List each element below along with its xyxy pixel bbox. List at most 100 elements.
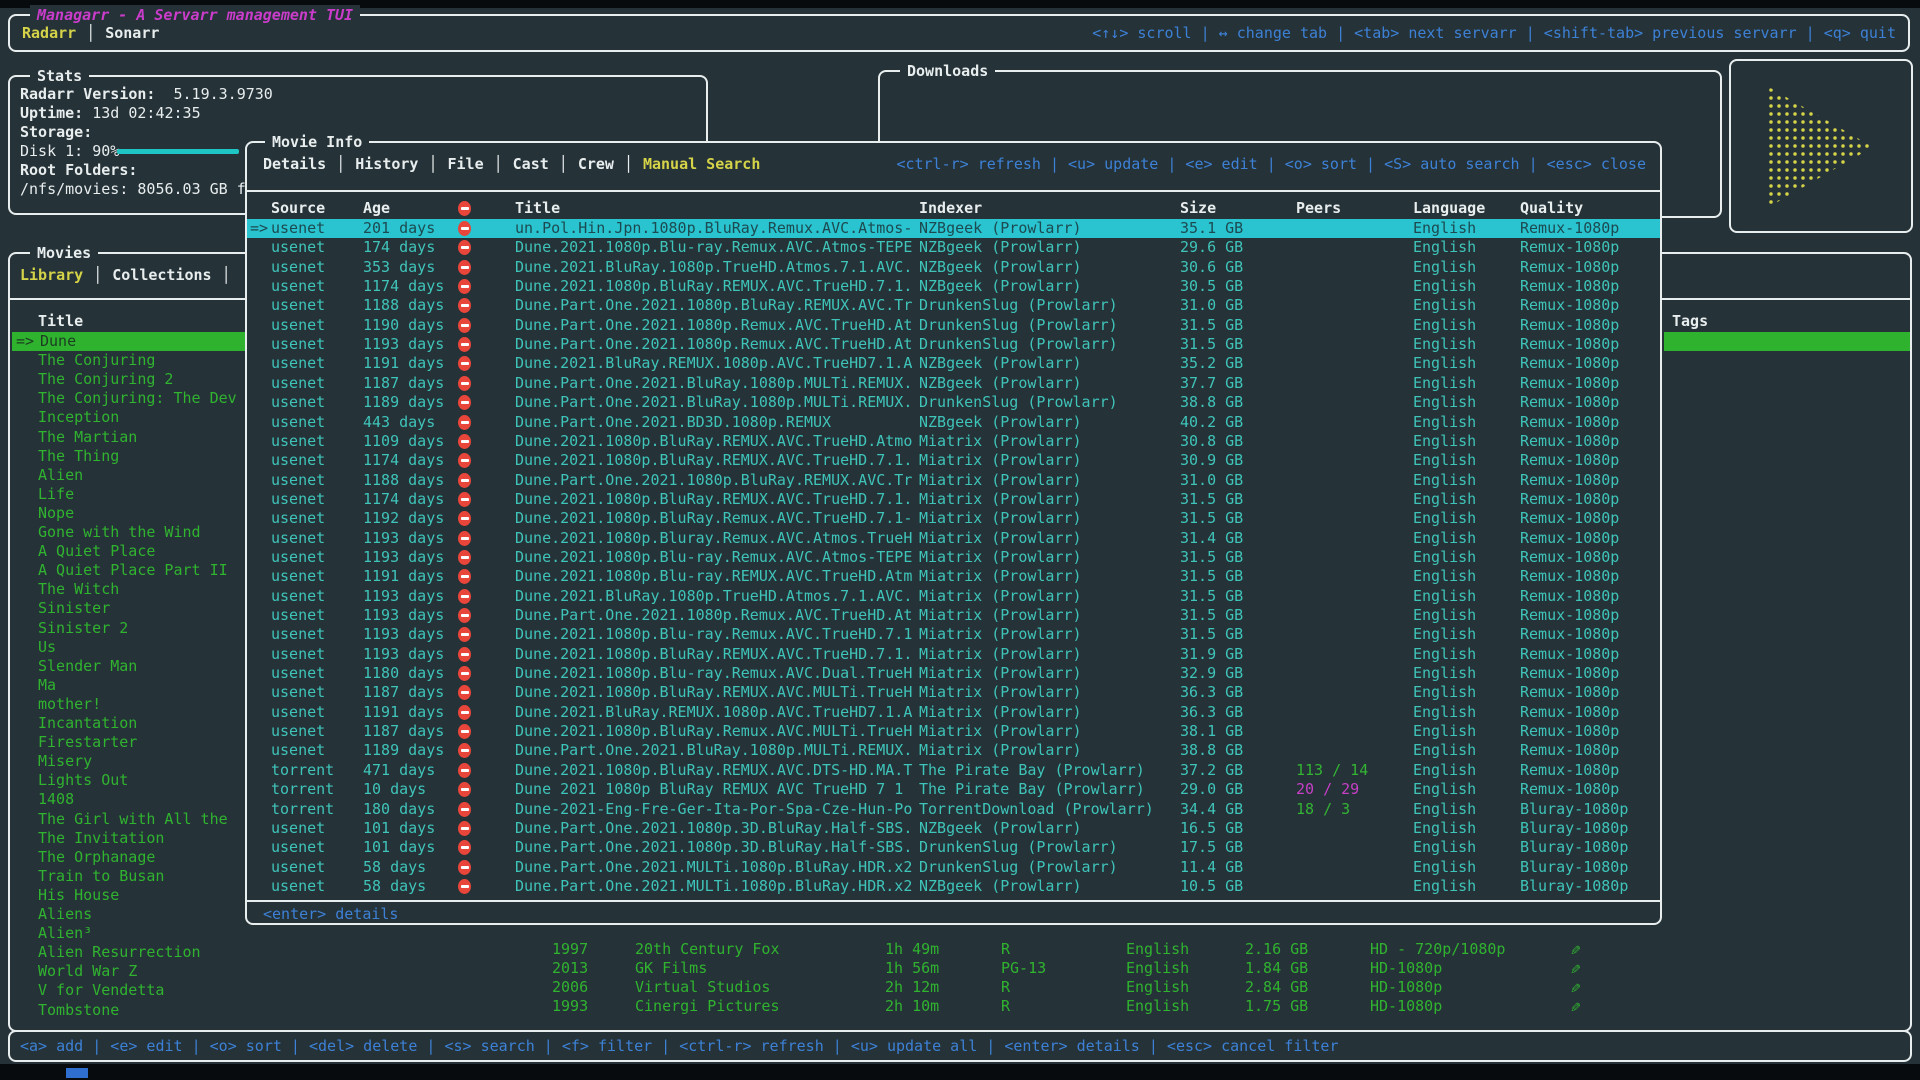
search-result-row[interactable]: usenet1193 daysDune.2021.1080p.BluRay.RE…	[247, 645, 1660, 664]
cell-title: Dune.2021.1080p.BluRay.Remux.AVC.MULTi.T…	[515, 722, 912, 741]
search-result-row[interactable]: torrent180 daysDune-2021-Eng-Fre-Ger-Ita…	[247, 800, 1660, 819]
search-result-row[interactable]: usenet174 daysDune.2021.1080p.Blu-ray.Re…	[247, 238, 1660, 257]
search-result-row[interactable]: usenet101 daysDune.Part.One.2021.1080p.3…	[247, 819, 1660, 838]
cell-size: 38.8 GB	[1180, 741, 1243, 760]
cell-age: 1189 days	[363, 393, 444, 412]
tab-sonarr[interactable]: Sonarr	[76, 24, 159, 42]
cell-quality: Remux-1080p	[1520, 490, 1619, 509]
tab-manual-search[interactable]: Manual Search	[614, 155, 760, 173]
uptime-label: Uptime:	[20, 104, 83, 122]
movie-list-item[interactable]: Slender Man	[38, 657, 248, 676]
movie-list-item[interactable]: The Girl with All the	[38, 810, 248, 829]
movie-list-item[interactable]: mother!	[38, 695, 248, 714]
search-result-row[interactable]: usenet1193 daysDune.2021.BluRay.1080p.Tr…	[247, 587, 1660, 606]
cell-age: 1193 days	[363, 625, 444, 644]
tab-radarr[interactable]: Radarr	[22, 24, 76, 42]
search-result-row[interactable]: usenet353 daysDune.2021.BluRay.1080p.Tru…	[247, 258, 1660, 277]
search-result-row[interactable]: usenet1193 daysDune.2021.1080p.Blu-ray.R…	[247, 625, 1660, 644]
search-result-row[interactable]: usenet1190 daysDune.Part.One.2021.1080p.…	[247, 316, 1660, 335]
library-row[interactable]: 199720th Century Fox1h 49mREnglish2.16 G…	[10, 940, 1908, 959]
movie-list-item[interactable]: The Martian	[38, 428, 248, 447]
tab-details[interactable]: Details	[263, 155, 326, 173]
search-result-row[interactable]: usenet1187 daysDune.2021.1080p.BluRay.RE…	[247, 683, 1660, 702]
movie-list-item[interactable]: The Invitation	[38, 829, 248, 848]
rejected-icon	[458, 376, 471, 391]
movie-list-item[interactable]: 1408	[38, 790, 248, 809]
movie-list-item[interactable]: His House	[38, 886, 248, 905]
search-result-row[interactable]: usenet1187 daysDune.Part.One.2021.BluRay…	[247, 374, 1660, 393]
root-folder-value: /nfs/movies: 8056.03 GB f	[20, 180, 246, 199]
movie-list-item[interactable]: The Conjuring	[38, 351, 248, 370]
cell-age: 101 days	[363, 838, 435, 857]
search-result-row[interactable]: usenet58 daysDune.Part.One.2021.MULTi.10…	[247, 877, 1660, 896]
search-result-row[interactable]: usenet101 daysDune.Part.One.2021.1080p.3…	[247, 838, 1660, 857]
bottom-bar: <a> add | <e> edit | <o> sort | <del> de…	[8, 1030, 1912, 1062]
movie-list-item[interactable]: Aliens	[38, 905, 248, 924]
search-result-row[interactable]: torrent10 daysDune 2021 1080p BluRay REM…	[247, 780, 1660, 799]
search-result-row[interactable]: usenet1109 daysDune.2021.1080p.BluRay.RE…	[247, 432, 1660, 451]
movie-list-item[interactable]: A Quiet Place	[38, 542, 248, 561]
movie-list-item[interactable]: A Quiet Place Part II	[38, 561, 248, 580]
movie-list-item[interactable]: Inception	[38, 408, 248, 427]
movie-list-item[interactable]: The Conjuring 2	[38, 370, 248, 389]
movie-list-item[interactable]: Life	[38, 485, 248, 504]
cell-age: 180 days	[363, 800, 435, 819]
tab-collections[interactable]: Collections	[83, 266, 211, 284]
movie-list-item[interactable]: Sinister 2	[38, 619, 248, 638]
search-result-row[interactable]: usenet1174 daysDune.2021.1080p.BluRay.RE…	[247, 277, 1660, 296]
search-result-row[interactable]: usenet1189 daysDune.Part.One.2021.BluRay…	[247, 741, 1660, 760]
search-result-row[interactable]: usenet1193 daysDune.2021.1080p.Bluray.Re…	[247, 529, 1660, 548]
tab-history[interactable]: History	[326, 155, 418, 173]
cell-language: English	[1126, 997, 1189, 1016]
tab-file[interactable]: File	[418, 155, 483, 173]
movie-list-item[interactable]: The Orphanage	[38, 848, 248, 867]
movie-list-item[interactable]: Train to Busan	[38, 867, 248, 886]
library-row[interactable]: 1993Cinergi Pictures2h 10mREnglish1.75 G…	[10, 997, 1908, 1016]
search-result-row[interactable]: usenet1193 daysDune.Part.One.2021.1080p.…	[247, 335, 1660, 354]
search-result-row[interactable]: usenet1174 daysDune.2021.1080p.BluRay.RE…	[247, 451, 1660, 470]
movie-list-item[interactable]: Gone with the Wind	[38, 523, 248, 542]
search-result-row[interactable]: usenet443 daysDune.Part.One.2021.BD3D.10…	[247, 413, 1660, 432]
tab-crew[interactable]: Crew	[549, 155, 614, 173]
rejected-icon	[458, 240, 471, 255]
movie-list-item[interactable]: Sinister	[38, 599, 248, 618]
search-result-row[interactable]: usenet1191 daysDune.2021.BluRay.REMUX.10…	[247, 354, 1660, 373]
movie-list-item[interactable]: Alien	[38, 466, 248, 485]
movie-list-item[interactable]: Us	[38, 638, 248, 657]
search-result-row[interactable]: usenet1192 daysDune.2021.1080p.BluRay.Re…	[247, 509, 1660, 528]
search-result-row[interactable]: =>usenet201 daysun.Pol.Hin.Jpn.1080p.Blu…	[247, 219, 1660, 238]
search-result-row[interactable]: usenet1193 daysDune.Part.One.2021.1080p.…	[247, 606, 1660, 625]
movie-list-item[interactable]: The Thing	[38, 447, 248, 466]
search-result-row[interactable]: torrent471 daysDune.2021.1080p.BluRay.RE…	[247, 761, 1660, 780]
search-result-row[interactable]: usenet1174 daysDune.2021.1080p.BluRay.RE…	[247, 490, 1660, 509]
library-row[interactable]: 2006Virtual Studios2h 12mREnglish2.84 GB…	[10, 978, 1908, 997]
movie-list-item[interactable]: Ma	[38, 676, 248, 695]
search-result-row[interactable]: usenet1191 daysDune.2021.BluRay.REMUX.10…	[247, 703, 1660, 722]
search-result-row[interactable]: usenet1193 daysDune.2021.1080p.Blu-ray.R…	[247, 548, 1660, 567]
cell-quality: Remux-1080p	[1520, 296, 1619, 315]
play-logo-icon	[1767, 86, 1873, 208]
movie-list-item[interactable]: Incantation	[38, 714, 248, 733]
cell-quality: Remux-1080p	[1520, 567, 1619, 586]
search-result-row[interactable]: usenet1188 daysDune.Part.One.2021.1080p.…	[247, 296, 1660, 315]
movies-tabs: LibraryCollections	[20, 266, 231, 285]
movie-list-item[interactable]: The Witch	[38, 580, 248, 599]
tab-cast[interactable]: Cast	[484, 155, 549, 173]
movie-list-item[interactable]: Nope	[38, 504, 248, 523]
search-result-row[interactable]: usenet1189 daysDune.Part.One.2021.BluRay…	[247, 393, 1660, 412]
search-result-row[interactable]: usenet1180 daysDune.2021.1080p.Blu-ray.R…	[247, 664, 1660, 683]
movie-list-item[interactable]: The Conjuring: The Dev	[38, 389, 248, 408]
search-result-row[interactable]: usenet1191 daysDune.2021.1080p.Blu-ray.R…	[247, 567, 1660, 586]
search-result-row[interactable]: usenet1187 daysDune.2021.1080p.BluRay.Re…	[247, 722, 1660, 741]
library-row[interactable]: 2013GK Films1h 56mPG-13English1.84 GBHD-…	[10, 959, 1908, 978]
search-result-row[interactable]: usenet58 daysDune.Part.One.2021.MULTi.10…	[247, 858, 1660, 877]
selected-movie-row[interactable]: => Dune	[12, 332, 245, 351]
cell-quality: Bluray-1080p	[1520, 800, 1628, 819]
search-result-row[interactable]: usenet1188 daysDune.Part.One.2021.1080p.…	[247, 471, 1660, 490]
cell-quality: Bluray-1080p	[1520, 877, 1628, 896]
tab-library[interactable]: Library	[20, 266, 83, 284]
movie-list-item[interactable]: Lights Out	[38, 771, 248, 790]
cell-source: usenet	[271, 819, 325, 838]
movie-list-item[interactable]: Misery	[38, 752, 248, 771]
movie-list-item[interactable]: Firestarter	[38, 733, 248, 752]
